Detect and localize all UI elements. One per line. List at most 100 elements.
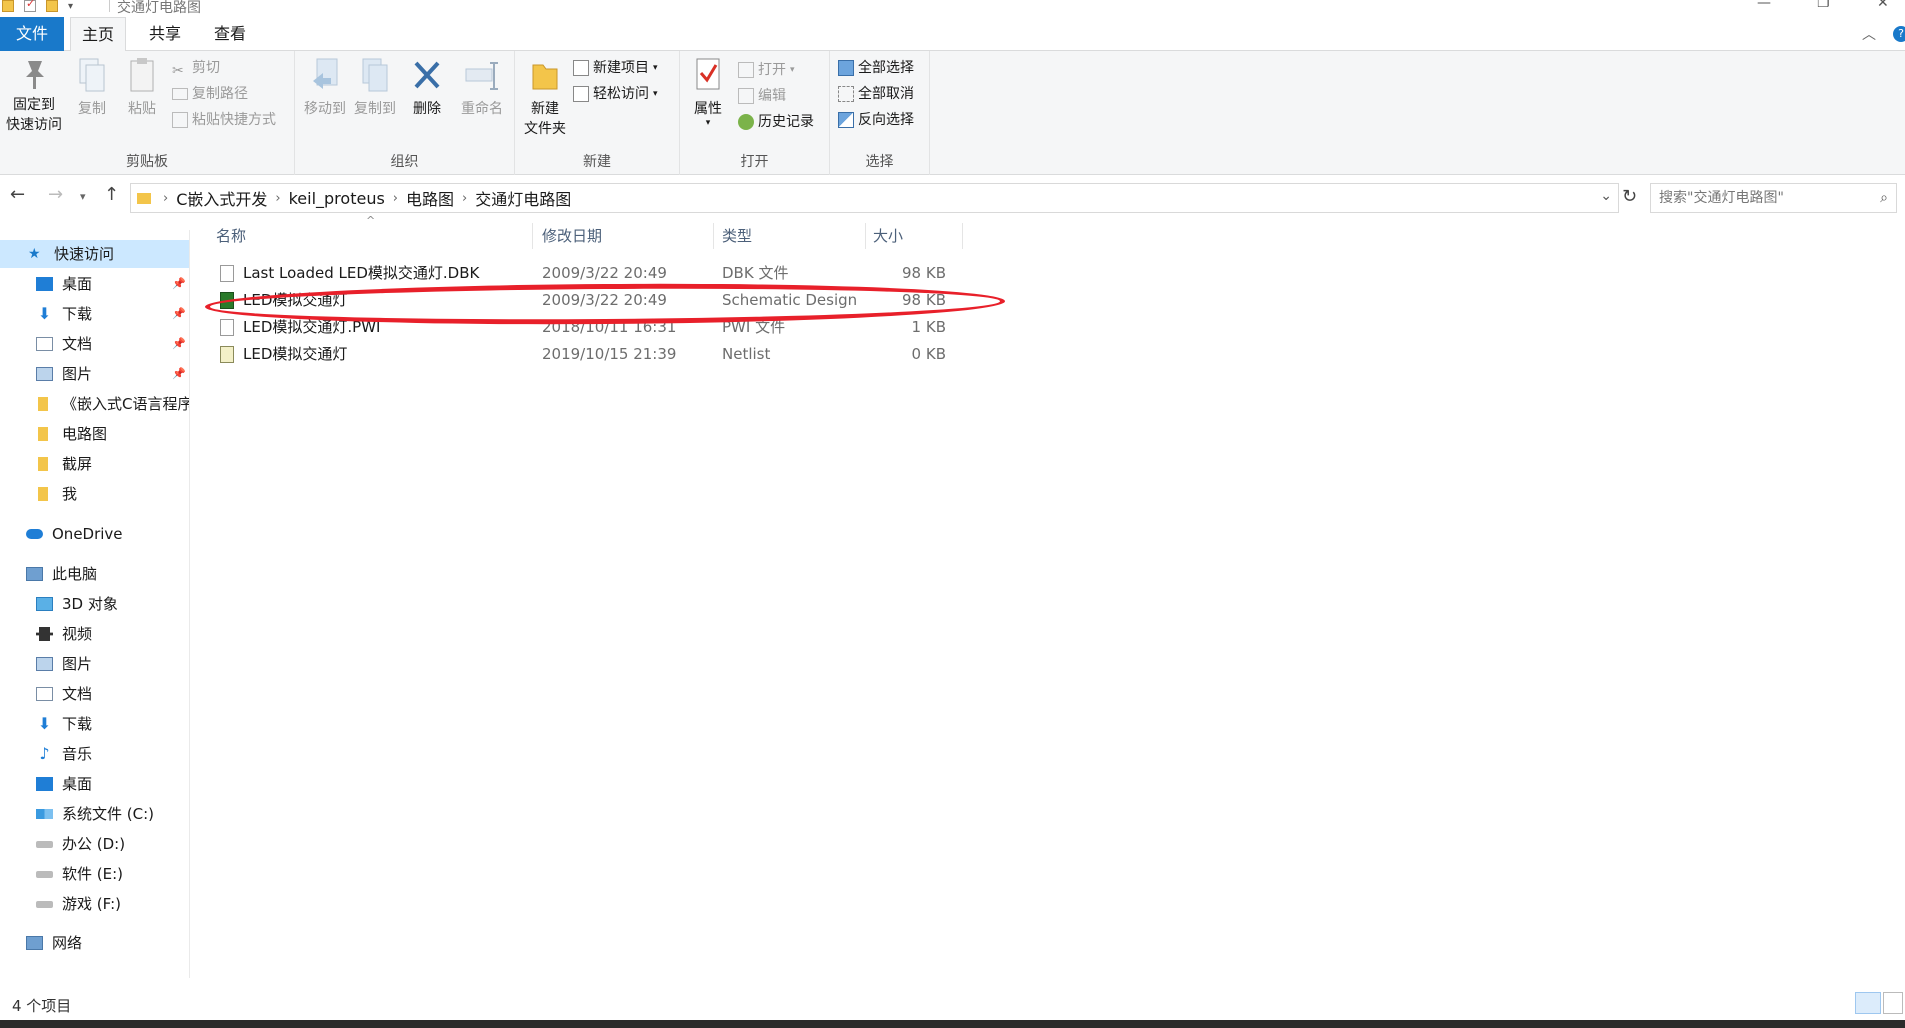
sidebar-item-drive-e[interactable]: 软件 (E:) bbox=[36, 860, 123, 888]
sidebar-item-drive-d[interactable]: 办公 (D:) bbox=[36, 830, 125, 858]
folder-icon bbox=[38, 457, 48, 471]
file-type: Netlist bbox=[722, 345, 771, 363]
customize-toolbar-icon[interactable]: ▾ bbox=[68, 1, 73, 12]
copy-path-icon bbox=[172, 88, 188, 100]
new-item-button[interactable]: 新建项目 ▾ bbox=[573, 57, 658, 79]
file-row[interactable]: LED模拟交通灯 2019/10/15 21:39 Netlist 0 KB bbox=[212, 341, 962, 368]
title-bar: ▾ 交通灯电路图 — ❐ ✕ bbox=[0, 0, 1905, 16]
copy-path-button[interactable]: 复制路径 bbox=[172, 83, 248, 105]
breadcrumb-item[interactable]: C嵌入式开发 bbox=[172, 186, 271, 210]
move-to-button[interactable]: 移动到 bbox=[301, 57, 349, 119]
document-icon bbox=[220, 319, 234, 336]
breadcrumb-item[interactable]: 电路图 bbox=[402, 186, 458, 210]
column-divider[interactable] bbox=[713, 223, 714, 249]
open-button[interactable]: 打开 ▾ bbox=[738, 59, 795, 81]
pin-label-1: 固定到 bbox=[13, 97, 55, 113]
minimize-icon[interactable]: — bbox=[1757, 0, 1771, 11]
up-arrow-icon[interactable]: ↑ bbox=[104, 184, 119, 205]
paste-button[interactable]: 粘贴 bbox=[120, 57, 164, 119]
sidebar-item-folder[interactable]: 电路图 bbox=[38, 420, 107, 448]
collapse-ribbon-icon[interactable]: ︿ bbox=[1862, 24, 1876, 44]
sidebar-item-this-pc[interactable]: 此电脑 bbox=[26, 560, 97, 588]
sidebar-item-desktop[interactable]: 桌面 bbox=[36, 770, 92, 798]
copy-to-button[interactable]: 复制到 bbox=[351, 57, 399, 119]
tab-home[interactable]: 主页 bbox=[70, 17, 126, 52]
windows-drive-icon bbox=[36, 809, 53, 819]
sidebar-item-pictures[interactable]: 图片 bbox=[36, 650, 92, 678]
chevron-down-icon[interactable]: ⌄ bbox=[1600, 188, 1612, 204]
sidebar-item-desktop[interactable]: 桌面 bbox=[36, 270, 92, 298]
sidebar-item-label: 此电脑 bbox=[52, 565, 98, 583]
properties-button[interactable]: 属性 ▾ bbox=[688, 57, 728, 128]
sidebar-item-quick-access[interactable]: ★ 快速访问 bbox=[0, 240, 189, 268]
column-divider[interactable] bbox=[865, 223, 866, 249]
sidebar-item-3d-objects[interactable]: 3D 对象 bbox=[36, 590, 118, 618]
pin-to-quick-access-button[interactable]: 固定到 快速访问 bbox=[4, 57, 64, 135]
chevron-right-icon[interactable]: › bbox=[159, 191, 172, 206]
sidebar-item-drive-c[interactable]: 系统文件 (C:) bbox=[36, 800, 154, 828]
column-header-name[interactable]: 名称 bbox=[216, 223, 246, 249]
restore-icon[interactable]: ❐ bbox=[1817, 0, 1830, 11]
column-divider[interactable] bbox=[962, 223, 963, 249]
sidebar-item-drive-f[interactable]: 游戏 (F:) bbox=[36, 890, 121, 918]
computer-icon bbox=[26, 567, 43, 581]
edit-button[interactable]: 编辑 bbox=[738, 85, 786, 107]
back-arrow-icon[interactable]: ← bbox=[10, 184, 25, 205]
sidebar-item-network[interactable]: 网络 bbox=[26, 929, 82, 957]
address-bar[interactable]: › C嵌入式开发 › keil_proteus › 电路图 › 交通灯电路图 ⌄ bbox=[130, 183, 1619, 213]
new-folder-button[interactable]: 新建 文件夹 bbox=[521, 57, 569, 139]
properties-check-icon[interactable] bbox=[24, 0, 36, 12]
close-icon[interactable]: ✕ bbox=[1877, 0, 1889, 11]
sidebar-item-folder[interactable]: 截屏 bbox=[38, 450, 92, 478]
forward-arrow-icon[interactable]: → bbox=[48, 184, 63, 205]
details-view-icon[interactable] bbox=[1855, 992, 1881, 1014]
recent-locations-icon[interactable]: ▾ bbox=[80, 190, 86, 203]
copy-path-label: 复制路径 bbox=[192, 86, 248, 102]
refresh-icon[interactable]: ↻ bbox=[1622, 186, 1637, 207]
invert-selection-button[interactable]: 反向选择 bbox=[838, 109, 914, 131]
sidebar-item-videos[interactable]: 视频 bbox=[36, 620, 92, 648]
file-row[interactable]: Last Loaded LED模拟交通灯.DBK 2009/3/22 20:49… bbox=[212, 260, 962, 287]
easy-access-button[interactable]: 轻松访问 ▾ bbox=[573, 83, 658, 105]
sidebar-item-documents[interactable]: 文档 bbox=[36, 680, 92, 708]
move-to-label: 移动到 bbox=[304, 101, 346, 117]
column-header-date[interactable]: 修改日期 bbox=[542, 223, 602, 249]
column-divider[interactable] bbox=[532, 223, 533, 249]
sidebar-item-folder[interactable]: 《嵌入式C语言程序 bbox=[38, 390, 189, 418]
sidebar-item-folder[interactable]: 我 bbox=[38, 480, 77, 508]
chevron-right-icon[interactable]: › bbox=[389, 191, 402, 206]
search-input[interactable]: 搜索"交通灯电路图" ⌕ bbox=[1650, 183, 1897, 213]
paste-shortcut-button[interactable]: 粘贴快捷方式 bbox=[172, 109, 276, 131]
column-header-size[interactable]: 大小 bbox=[873, 223, 903, 249]
desktop-icon bbox=[36, 777, 53, 791]
sidebar-item-music[interactable]: ♪ 音乐 bbox=[36, 740, 92, 768]
select-none-button[interactable]: 全部取消 bbox=[838, 83, 914, 105]
copy-to-label: 复制到 bbox=[354, 101, 396, 117]
breadcrumb-item[interactable]: 交通灯电路图 bbox=[471, 186, 575, 210]
sidebar-item-downloads[interactable]: ⬇ 下载 bbox=[36, 710, 92, 738]
help-icon[interactable]: ? bbox=[1893, 26, 1905, 42]
sidebar-item-onedrive[interactable]: OneDrive bbox=[26, 520, 123, 548]
tab-file[interactable]: 文件 bbox=[0, 17, 64, 51]
column-header-type[interactable]: 类型 bbox=[722, 223, 752, 249]
file-name: LED模拟交通灯 bbox=[243, 345, 348, 363]
large-icons-view-icon[interactable] bbox=[1883, 992, 1903, 1014]
pin-icon: 📌 bbox=[172, 367, 186, 380]
copy-button[interactable]: 复制 bbox=[70, 57, 114, 119]
sidebar-item-documents[interactable]: 文档 bbox=[36, 330, 92, 358]
history-button[interactable]: 历史记录 bbox=[738, 111, 814, 133]
cut-button[interactable]: ✂ 剪切 bbox=[172, 57, 220, 79]
chevron-right-icon[interactable]: › bbox=[271, 191, 284, 206]
new-folder-icon[interactable] bbox=[46, 0, 58, 12]
sidebar-item-downloads[interactable]: ⬇ 下载 bbox=[36, 300, 92, 328]
delete-button[interactable]: 删除 bbox=[407, 57, 447, 119]
tab-view[interactable]: 查看 bbox=[205, 17, 255, 51]
sidebar-item-pictures[interactable]: 图片 bbox=[36, 360, 92, 388]
chevron-right-icon[interactable]: › bbox=[458, 191, 471, 206]
rename-button[interactable]: 重命名 bbox=[455, 57, 509, 119]
new-folder-icon bbox=[532, 64, 558, 90]
tab-share[interactable]: 共享 bbox=[140, 17, 190, 51]
select-all-label: 全部选择 bbox=[858, 60, 914, 76]
breadcrumb-item[interactable]: keil_proteus bbox=[285, 189, 389, 208]
select-all-button[interactable]: 全部选择 bbox=[838, 57, 914, 79]
